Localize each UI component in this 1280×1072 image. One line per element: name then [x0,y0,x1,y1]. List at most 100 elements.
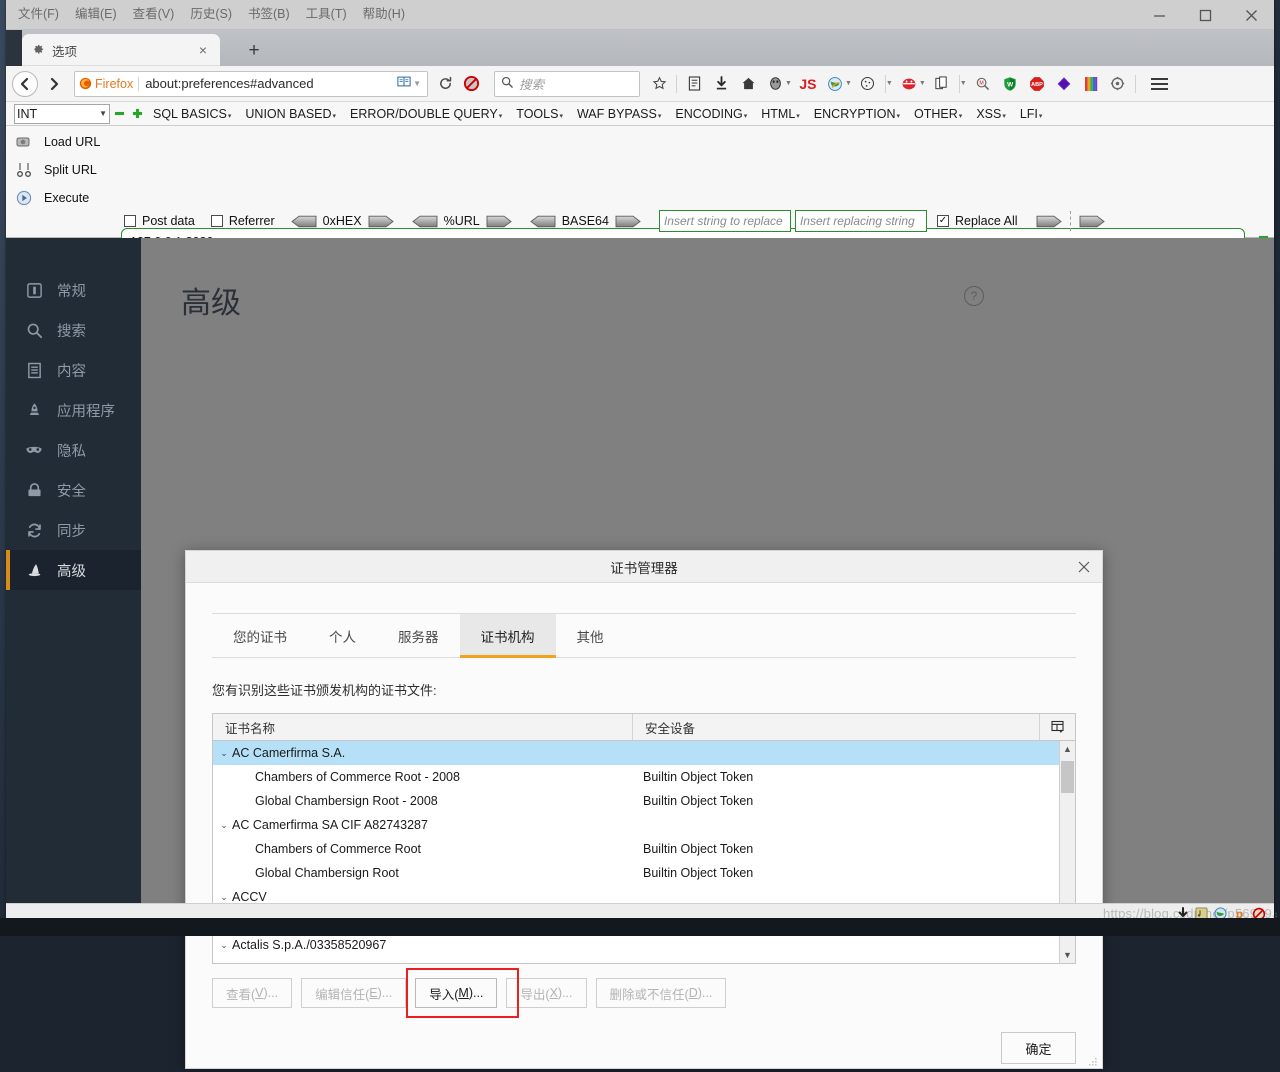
menu-view[interactable]: 查看(V) [125,3,183,25]
hackbar-menu-error-query[interactable]: ERROR/DOUBLE QUERY▾ [343,107,509,121]
chevron-down-icon[interactable]: ▼ [413,79,421,88]
maximize-icon[interactable] [1182,0,1228,30]
decode-arrow-icon[interactable] [290,215,317,228]
encode-arrow-icon[interactable] [368,215,394,228]
chevron-down-icon[interactable]: ▼ [785,80,792,87]
search-status-icon[interactable]: M [970,71,996,97]
export-button[interactable]: 导出(X)... [506,978,587,1008]
identity-box[interactable]: Firefox [79,76,140,91]
table-row[interactable]: ⌄ AC Camerfirma SA CIF A82743287 [213,813,1059,837]
table-row[interactable]: Global Chambersign Root Builtin Object T… [213,861,1059,885]
chevron-down-icon[interactable]: ▼ [845,80,852,87]
sidebar-item-search[interactable]: 搜索 [6,310,141,350]
cookie-manager-icon[interactable] [855,71,881,97]
menu-edit[interactable]: 编辑(E) [67,3,125,25]
violentmonkey-icon[interactable] [1051,71,1077,97]
forward-button[interactable] [40,70,68,98]
twisty-icon[interactable]: ⌄ [218,820,230,831]
sidebar-item-privacy[interactable]: 隐私 [6,430,141,470]
sidebar-item-applications[interactable]: 应用程序 [6,390,141,430]
replace-apply-arrow-icon[interactable] [1036,215,1062,228]
sidebar-item-sync[interactable]: 同步 [6,510,141,550]
twisty-icon[interactable]: ⌄ [218,748,230,759]
reader-list-icon[interactable] [681,71,707,97]
hackbar-menu-encoding[interactable]: ENCODING▾ [668,107,754,121]
window-resize-grip-icon[interactable] [1269,908,1278,920]
downloads-icon[interactable] [708,71,734,97]
wappalyzer-icon[interactable]: W [997,71,1023,97]
column-picker-icon[interactable] [1039,714,1075,740]
tab-servers[interactable]: 服务器 [377,614,460,657]
decode-arrow-icon[interactable] [529,215,556,228]
tab-people[interactable]: 个人 [308,614,377,657]
hackbar-menu-waf-bypass[interactable]: WAF BYPASS▾ [570,107,668,121]
scrollbar-thumb[interactable] [1061,761,1074,793]
reload-button[interactable] [432,71,458,97]
sidebar-item-content[interactable]: 内容 [6,350,141,390]
new-tab-button[interactable]: + [242,40,266,62]
tab-authorities[interactable]: 证书机构 [459,614,556,658]
star-icon[interactable] [646,71,672,97]
referrer-checkbox[interactable]: Referrer [210,214,275,228]
tab-others[interactable]: 其他 [556,614,625,657]
menu-tools[interactable]: 工具(T) [298,3,355,25]
back-button[interactable] [12,70,38,97]
help-icon[interactable]: ? [964,286,984,306]
twisty-icon[interactable]: ⌄ [218,892,230,903]
import-button[interactable]: 导入(M)... [415,978,498,1008]
edit-trust-button[interactable]: 编辑信任(E)... [301,978,407,1008]
menu-help[interactable]: 帮助(H) [355,3,413,25]
sidebar-item-security[interactable]: 安全 [6,470,141,510]
hackbar-menu-union-based[interactable]: UNION BASED▾ [238,107,343,121]
adblock-plus-icon[interactable]: ABP [1024,71,1050,97]
replace-all-checkbox[interactable]: ✓ Replace All [936,214,1018,228]
search-bar[interactable]: 搜索 [494,70,640,97]
table-row[interactable]: Actalis Authentication Root CA Builtin O… [213,957,1059,963]
table-row[interactable]: ⌄ AC Camerfirma S.A. [213,741,1059,765]
remove-tab-icon[interactable] [110,108,128,119]
settings-gear-icon[interactable] [1105,71,1131,97]
menu-history[interactable]: 历史(S) [182,3,240,25]
reader-mode-icon[interactable] [397,75,411,93]
sidebar-item-advanced[interactable]: 高级 [6,550,141,590]
split-url-button[interactable]: Split URL [14,156,118,184]
table-row[interactable]: Global Chambersign Root - 2008 Builtin O… [213,789,1059,813]
chevron-down-icon[interactable]: ▼ [886,80,893,87]
menu-button[interactable] [1146,74,1173,94]
replace-with-input[interactable]: Insert replacing string [794,210,927,232]
minimize-icon[interactable] [1136,0,1182,30]
column-header-device[interactable]: 安全设备 [633,714,1039,740]
hackbar-type-select[interactable]: INT ▼ [14,103,110,124]
scroll-down-icon[interactable]: ▼ [1060,947,1075,963]
search-input[interactable]: 搜索 [519,74,544,93]
chevron-down-icon[interactable]: ▼ [919,80,926,87]
menu-bookmarks[interactable]: 书签(B) [240,3,298,25]
tab-options[interactable]: 选项 × [22,34,220,66]
home-icon[interactable] [735,71,761,97]
table-row[interactable]: Chambers of Commerce Root - 2008 Builtin… [213,765,1059,789]
hackbar-menu-tools[interactable]: TOOLS▾ [509,107,570,121]
view-button[interactable]: 查看(V)... [212,978,293,1008]
no-script-icon[interactable] [458,71,484,97]
hackbar-menu-html[interactable]: HTML▾ [754,107,807,121]
encode-arrow-icon[interactable] [486,215,512,228]
twisty-icon[interactable]: ⌄ [218,940,230,951]
menu-file[interactable]: 文件(F) [10,3,67,25]
table-row[interactable]: Chambers of Commerce Root Builtin Object… [213,837,1059,861]
url-bar[interactable]: Firefox about:preferences#advanced ▼ [74,70,428,97]
encode-arrow-icon[interactable] [615,215,641,228]
url-text[interactable]: about:preferences#advanced [145,76,395,91]
tab-close-icon[interactable]: × [194,41,212,59]
hackbar-menu-lfi[interactable]: LFI▾ [1013,107,1050,121]
hackbar-menu-encryption[interactable]: ENCRYPTION▾ [807,107,907,121]
dialog-close-icon[interactable] [1072,555,1096,579]
js-icon[interactable]: JS [795,71,821,97]
delete-or-distrust-button[interactable]: 删除或不信任(D)... [595,978,727,1008]
chevron-down-icon[interactable]: ▼ [960,80,967,87]
replace-find-input[interactable]: Insert string to replace [658,210,791,232]
close-icon[interactable] [1228,0,1274,30]
replace-revert-arrow-icon[interactable] [1079,215,1105,228]
load-url-button[interactable]: Load URL [14,128,118,156]
page-copy-icon[interactable] [929,71,955,97]
sidebar-item-general[interactable]: 常规 [6,270,141,310]
